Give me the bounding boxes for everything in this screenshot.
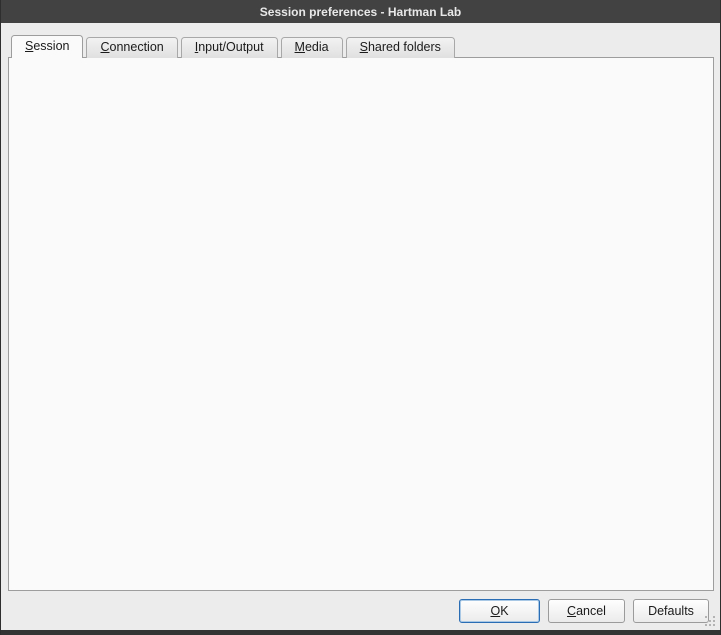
session-preferences-dialog: Session preferences - Hartman Lab Sessio…	[0, 0, 721, 635]
window-bottom-border	[1, 630, 720, 635]
tab-bar: Session Connection Input/Output Media Sh…	[11, 35, 458, 58]
ok-button[interactable]: OK	[459, 599, 540, 623]
tab-session[interactable]: Session	[11, 35, 83, 58]
window-title: Session preferences - Hartman Lab	[260, 5, 461, 19]
resize-grip[interactable]	[705, 616, 716, 627]
tab-connection[interactable]: Connection	[86, 37, 177, 58]
tab-media[interactable]: Media	[281, 37, 343, 58]
session-tab-panel	[8, 57, 714, 591]
titlebar[interactable]: Session preferences - Hartman Lab	[1, 0, 720, 23]
tab-input-output[interactable]: Input/Output	[181, 37, 278, 58]
tab-shared-folders[interactable]: Shared folders	[346, 37, 455, 58]
cancel-button[interactable]: Cancel	[548, 599, 625, 623]
defaults-button[interactable]: Defaults	[633, 599, 709, 623]
